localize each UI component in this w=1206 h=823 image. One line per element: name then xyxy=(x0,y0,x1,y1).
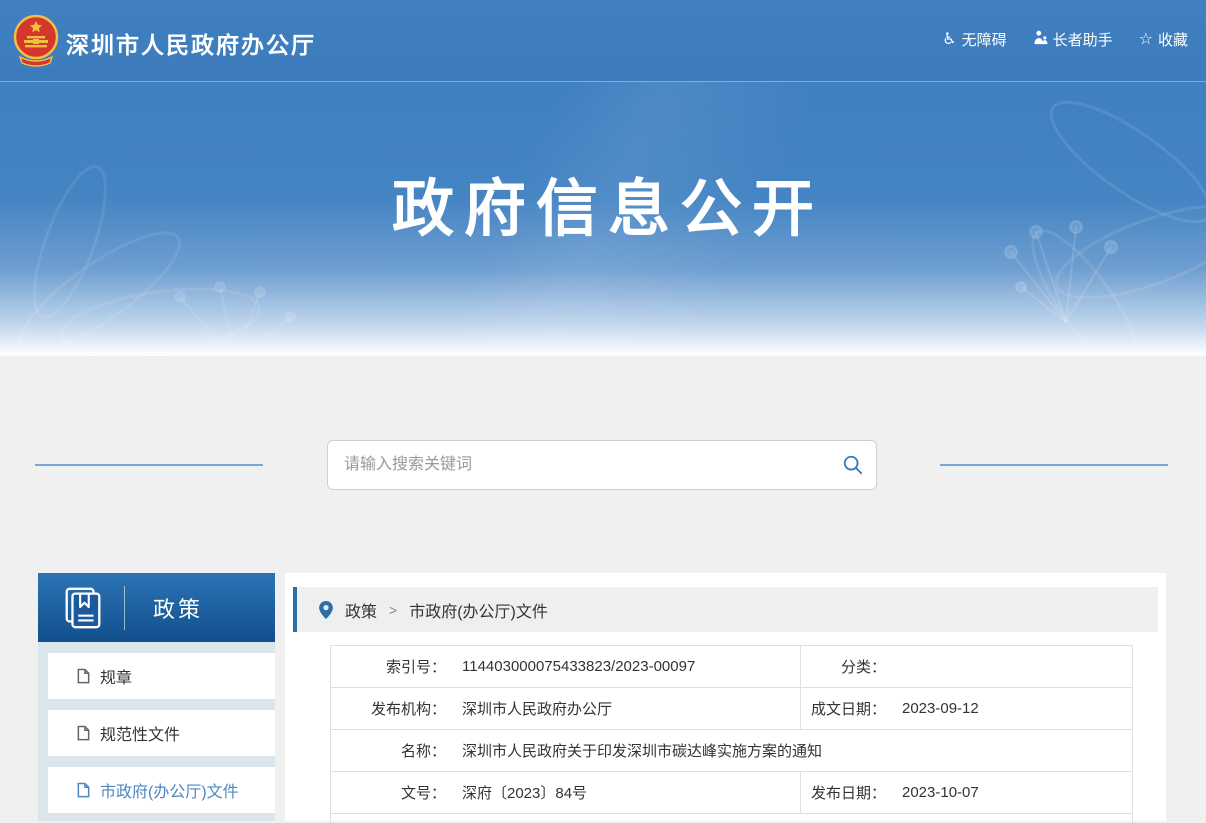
field-label: 分类： xyxy=(801,656,886,677)
wheelchair-icon: ♿ xyxy=(942,32,956,48)
field-label: 文号： xyxy=(331,782,446,803)
field-label: 成文日期： xyxy=(801,698,886,719)
search-box xyxy=(327,440,877,490)
breadcrumb-separator: > xyxy=(389,602,397,618)
document-metadata-table: 索引号： 114403000075433823/2023-00097 分类： 发… xyxy=(330,645,1133,823)
field-label: 发布机构： xyxy=(331,698,446,719)
sidebar-menu: 规章 规范性文件 市政府(办公厅)文件 xyxy=(38,642,275,821)
page-title: 政府信息公开 xyxy=(0,158,1206,248)
location-pin-icon xyxy=(319,601,333,619)
document-name-cell: 名称： 深圳市人民政府关于印发深圳市碳达峰实施方案的通知 xyxy=(331,730,1133,772)
main-content-panel: 政策 > 市政府(办公厅)文件 索引号： 114403000075433823/… xyxy=(285,573,1166,821)
issue-date-cell: 成文日期： 2023-09-12 xyxy=(801,688,1133,730)
field-value: 2023-10-07 xyxy=(902,784,979,801)
table-row: 文号： 深府〔2023〕84号 发布日期： 2023-10-07 xyxy=(331,772,1133,814)
breadcrumb-link-policy[interactable]: 政策 xyxy=(345,598,377,622)
field-value: 114403000075433823/2023-00097 xyxy=(462,658,695,675)
sidebar-item-label: 市政府(办公厅)文件 xyxy=(100,778,239,802)
search-button[interactable] xyxy=(830,441,876,489)
favorite-link[interactable]: ☆ 收藏 xyxy=(1139,29,1188,50)
field-label: 索引号： xyxy=(331,656,446,677)
field-value: 深府〔2023〕84号 xyxy=(462,782,587,803)
site-title: 深圳市人民政府办公厅 xyxy=(66,26,316,60)
sidebar-item-label: 规范性文件 xyxy=(100,721,180,745)
sidebar-item-label: 规章 xyxy=(100,664,132,688)
search-icon xyxy=(842,454,864,476)
elder-helper-icon xyxy=(1033,30,1048,49)
banner: 政府信息公开 xyxy=(0,82,1206,356)
category-cell: 分类： xyxy=(801,646,1133,688)
publish-date-cell: 发布日期： 2023-10-07 xyxy=(801,772,1133,814)
elder-helper-label: 长者助手 xyxy=(1053,29,1113,50)
page: { "topbar": { "site_name": "深圳市人民政府办公厅",… xyxy=(0,0,1206,821)
sidebar-item-municipal-government-documents[interactable]: 市政府(办公厅)文件 xyxy=(48,767,275,813)
document-icon xyxy=(76,668,91,684)
field-label: 名称： xyxy=(331,740,446,761)
index-number-cell: 索引号： 114403000075433823/2023-00097 xyxy=(331,646,801,688)
issuing-agency-cell: 发布机构： 深圳市人民政府办公厅 xyxy=(331,688,801,730)
star-icon: ☆ xyxy=(1139,32,1153,48)
sidebar-header-divider xyxy=(124,586,125,630)
sidebar-item-regulations[interactable]: 规章 xyxy=(48,653,275,699)
breadcrumb: 政策 > 市政府(办公厅)文件 xyxy=(293,587,1158,632)
search-input[interactable] xyxy=(328,441,830,489)
field-value: 2023-09-12 xyxy=(902,700,979,717)
elder-helper-link[interactable]: 长者助手 xyxy=(1033,29,1113,50)
sidebar-header: 政策 xyxy=(38,573,275,642)
decorative-line-left xyxy=(35,464,263,466)
document-icon xyxy=(76,782,91,798)
table-row-partial xyxy=(331,814,1133,823)
field-value: 深圳市人民政府办公厅 xyxy=(462,698,612,719)
table-row: 索引号： 114403000075433823/2023-00097 分类： xyxy=(331,646,1133,688)
policy-book-icon xyxy=(60,585,106,631)
favorite-label: 收藏 xyxy=(1158,29,1188,50)
sidebar-item-normative-documents[interactable]: 规范性文件 xyxy=(48,710,275,756)
table-row: 名称： 深圳市人民政府关于印发深圳市碳达峰实施方案的通知 xyxy=(331,730,1133,772)
national-emblem-icon xyxy=(10,13,62,69)
top-links: ♿ 无障碍 长者助手 ☆ 收藏 xyxy=(942,29,1188,50)
field-label: 发布日期： xyxy=(801,782,886,803)
accessibility-link[interactable]: ♿ 无障碍 xyxy=(942,29,1006,50)
decorative-line-right xyxy=(940,464,1168,466)
field-value: 深圳市人民政府关于印发深圳市碳达峰实施方案的通知 xyxy=(462,740,822,761)
accessibility-label: 无障碍 xyxy=(962,29,1007,50)
flower-decoration-left xyxy=(0,92,320,356)
breadcrumb-current: 市政府(办公厅)文件 xyxy=(409,598,548,622)
flower-decoration-right xyxy=(916,82,1206,356)
document-number-cell: 文号： 深府〔2023〕84号 xyxy=(331,772,801,814)
table-row: 发布机构： 深圳市人民政府办公厅 成文日期： 2023-09-12 xyxy=(331,688,1133,730)
sidebar-header-label: 政策 xyxy=(153,592,203,624)
top-bar: 深圳市人民政府办公厅 ♿ 无障碍 长者助手 ☆ 收藏 xyxy=(0,0,1206,82)
document-icon xyxy=(76,725,91,741)
partial-cell xyxy=(331,814,1133,823)
